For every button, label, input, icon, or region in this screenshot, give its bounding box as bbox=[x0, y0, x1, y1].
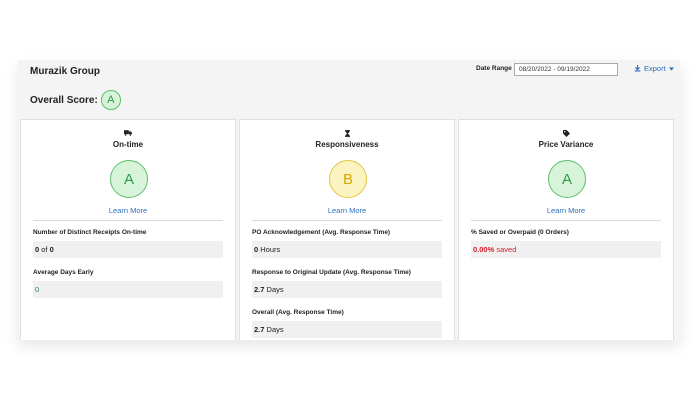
ontime-metrics: Number of Distinct Receipts On-time 0 of… bbox=[33, 229, 223, 309]
metric-value: 0.00% saved bbox=[471, 241, 661, 258]
date-range-input[interactable]: 08/20/2022 - 09/19/2022 bbox=[514, 63, 618, 76]
score-cards: On-time A Learn More Number of Distinct … bbox=[20, 119, 674, 340]
divider bbox=[33, 220, 223, 221]
metric-label: Overall (Avg. Response Time) bbox=[252, 309, 344, 316]
caret-down-icon bbox=[668, 66, 674, 71]
responsiveness-metrics: PO Acknowledgement (Avg. Response Time) … bbox=[252, 229, 442, 340]
ontime-grade: A bbox=[110, 160, 148, 198]
metric-value: 2.7 Days bbox=[252, 321, 442, 338]
overall-grade-badge: A bbox=[100, 90, 121, 110]
metric-value: 0 Hours bbox=[252, 241, 442, 258]
org-name: Murazik Group bbox=[30, 66, 101, 77]
price-variance-learn-more-link[interactable]: Learn More bbox=[459, 206, 673, 215]
divider bbox=[252, 220, 442, 221]
hourglass-icon bbox=[240, 130, 454, 137]
metric-label: PO Acknowledgement (Avg. Response Time) bbox=[252, 229, 391, 236]
metric-value: 2.7 Days bbox=[252, 281, 442, 298]
ontime-title: On-time bbox=[112, 140, 144, 149]
price-variance-title: Price Variance bbox=[538, 140, 594, 149]
tag-icon bbox=[459, 130, 673, 137]
truck-icon bbox=[21, 130, 235, 136]
overall-score: Overall Score: A bbox=[30, 90, 121, 110]
metric-label: Number of Distinct Receipts On-time bbox=[33, 229, 147, 236]
download-icon bbox=[634, 65, 641, 72]
metric-label: % Saved or Overpaid (0 Orders) bbox=[471, 229, 569, 236]
export-button[interactable]: Export bbox=[634, 64, 674, 73]
overall-score-label: Overall Score: bbox=[30, 94, 98, 106]
price-variance-grade: A bbox=[548, 160, 586, 198]
metric-value: 0 of 0 bbox=[33, 241, 223, 258]
responsiveness-learn-more-link[interactable]: Learn More bbox=[240, 206, 454, 215]
price-variance-metrics: % Saved or Overpaid (0 Orders) 0.00% sav… bbox=[471, 229, 661, 269]
responsiveness-grade: B bbox=[329, 160, 367, 198]
metric-value: 0 bbox=[33, 281, 223, 298]
export-label: Export bbox=[644, 64, 666, 73]
metric-label: Average Days Early bbox=[33, 269, 94, 276]
ontime-learn-more-link[interactable]: Learn More bbox=[21, 206, 235, 215]
metric-label: Response to Original Update (Avg. Respon… bbox=[252, 269, 411, 276]
date-range-label: Date Range bbox=[476, 65, 512, 72]
price-variance-card: Price Variance A Learn More % Saved or O… bbox=[458, 119, 674, 340]
ontime-card: On-time A Learn More Number of Distinct … bbox=[20, 119, 236, 340]
divider bbox=[471, 220, 661, 221]
scorecard-panel: Murazik Group Date Range 08/20/2022 - 09… bbox=[18, 60, 680, 340]
responsiveness-title: Responsiveness bbox=[315, 140, 379, 149]
responsiveness-card: Responsiveness B Learn More PO Acknowled… bbox=[239, 119, 455, 340]
